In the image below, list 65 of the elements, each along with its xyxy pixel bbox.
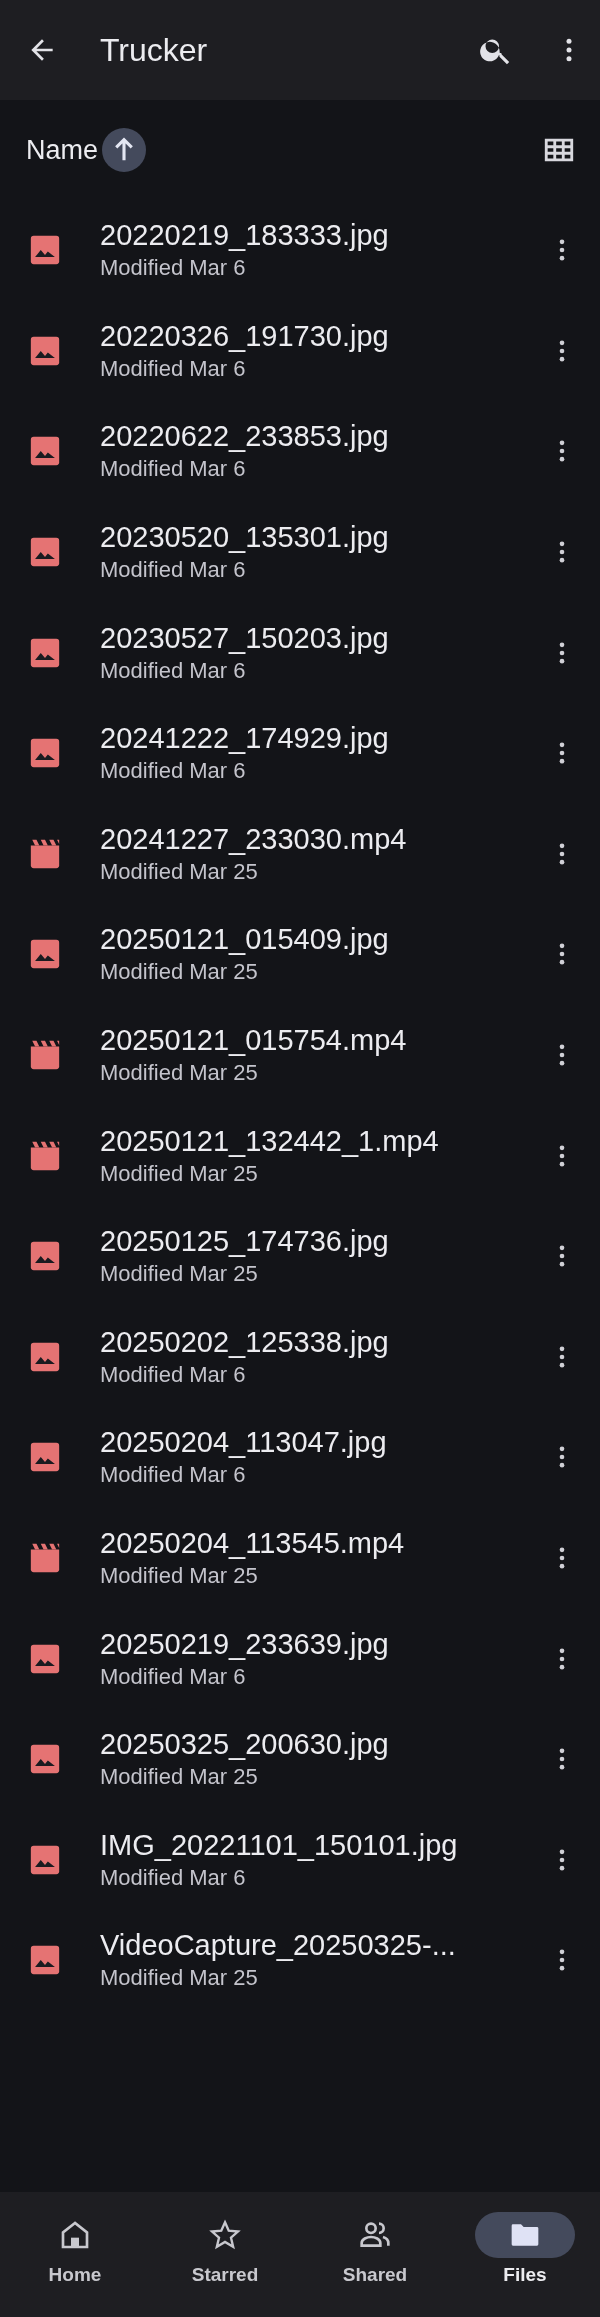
modified-date: Modified Mar 6 xyxy=(100,556,247,585)
file-row[interactable]: 20220219_183333.jpg Modified Mar 6 xyxy=(0,200,600,301)
file-row[interactable]: 20250121_015754.mp4 Modified Mar 25 xyxy=(0,1004,600,1106)
modified-date: Modified Mar 6 xyxy=(100,1360,247,1389)
star-icon xyxy=(209,2219,241,2251)
nav-tab-label[interactable]: Files xyxy=(503,2264,547,2286)
modified-date: Modified Mar 6 xyxy=(100,656,247,685)
file-name: 20250121_015754.mp4 xyxy=(100,1023,408,1059)
file-row[interactable]: IMG_20221101_150101.jpg Modified Mar 6 xyxy=(0,1809,600,1911)
modified-date: Modified Mar 25 xyxy=(100,1159,259,1188)
file-name: 20241227_233030.mp4 xyxy=(100,821,408,857)
modified-date: Modified Mar 6 xyxy=(100,1863,247,1892)
file-row[interactable]: 20220622_233853.jpg Modified Mar 6 xyxy=(0,401,600,502)
nav-tab-indicator[interactable] xyxy=(475,2212,575,2258)
file-name: 20220219_183333.jpg xyxy=(100,218,390,254)
file-name: 20250121_132442_1.mp4 xyxy=(100,1123,440,1159)
file-name: 20241222_174929.jpg xyxy=(100,721,390,757)
file-row[interactable]: 20241222_174929.jpg Modified Mar 6 xyxy=(0,702,600,804)
file-row[interactable]: 20250219_233639.jpg Modified Mar 6 xyxy=(0,1608,600,1709)
modified-date: Modified Mar 25 xyxy=(100,857,259,886)
modified-date: Modified Mar 25 xyxy=(100,1260,259,1289)
modified-date: Modified Mar 25 xyxy=(100,958,259,987)
nav-tab-label[interactable]: Home xyxy=(48,2264,102,2286)
file-row[interactable]: 20230520_135301.jpg Modified Mar 6 xyxy=(0,501,600,603)
modified-date: Modified Mar 25 xyxy=(100,1059,259,1088)
file-name: VideoCapture_20250325-... xyxy=(100,1928,457,1964)
file-name: 20250121_015409.jpg xyxy=(100,922,390,958)
file-name: 20250202_125338.jpg xyxy=(100,1324,390,1360)
film-icon xyxy=(28,1541,62,1575)
modified-date: Modified Mar 25 xyxy=(100,1562,259,1590)
file-name: 20250325_200630.jpg xyxy=(100,1727,390,1763)
file-name: 20230520_135301.jpg xyxy=(100,520,390,556)
modified-date: Modified Mar 6 xyxy=(100,757,247,786)
modified-date: Modified Mar 6 xyxy=(100,455,247,484)
file-name: IMG_20221101_150101.jpg xyxy=(100,1827,459,1863)
home-icon xyxy=(59,2219,91,2251)
modified-date: Modified Mar 6 xyxy=(100,1662,247,1691)
file-row[interactable]: 20250204_113545.mp4 Modified Mar 25 xyxy=(0,1507,600,1609)
file-name: 20230527_150203.jpg xyxy=(100,620,390,656)
modified-date: Modified Mar 6 xyxy=(100,354,247,383)
sort-direction-icon[interactable] xyxy=(102,128,147,172)
file-row[interactable]: 20241227_233030.mp4 Modified Mar 25 xyxy=(0,803,600,905)
file-row[interactable]: 20250325_200630.jpg Modified Mar 25 xyxy=(0,1708,600,1810)
file-row[interactable]: 20250125_174736.jpg Modified Mar 25 xyxy=(0,1205,600,1307)
modified-date: Modified Mar 25 xyxy=(100,1763,259,1792)
file-name: 20220326_191730.jpg xyxy=(100,318,390,354)
file-row[interactable]: VideoCapture_20250325-... Modified Mar 25 xyxy=(0,1910,600,2011)
file-name: 20250125_174736.jpg xyxy=(100,1224,390,1260)
file-row[interactable]: 20250121_132442_1.mp4 Modified Mar 25 xyxy=(0,1105,600,1206)
nav-tab-label[interactable]: Starred xyxy=(191,2264,259,2286)
nav-tab-label[interactable]: Shared xyxy=(342,2264,408,2286)
file-row[interactable]: 20250121_015409.jpg Modified Mar 25 xyxy=(0,904,600,1005)
file-name: 20220622_233853.jpg xyxy=(100,419,390,455)
modified-date: Modified Mar 25 xyxy=(100,1964,259,1993)
file-name: 20250204_113545.mp4 xyxy=(100,1526,406,1561)
file-name: 20250204_113047.jpg xyxy=(100,1425,388,1461)
sort-label[interactable]: Name xyxy=(26,134,99,166)
file-name: 20250219_233639.jpg xyxy=(100,1626,390,1662)
file-row[interactable]: 20230527_150203.jpg Modified Mar 6 xyxy=(0,602,600,703)
file-row[interactable]: 20220326_191730.jpg Modified Mar 6 xyxy=(0,300,600,402)
modified-date: Modified Mar 6 xyxy=(100,254,247,283)
folder-title: Trucker xyxy=(100,31,209,69)
modified-date: Modified Mar 6 xyxy=(100,1461,247,1490)
file-row[interactable]: 20250202_125338.jpg Modified Mar 6 xyxy=(0,1306,600,1408)
file-row[interactable]: 20250204_113047.jpg Modified Mar 6 xyxy=(0,1407,600,1508)
